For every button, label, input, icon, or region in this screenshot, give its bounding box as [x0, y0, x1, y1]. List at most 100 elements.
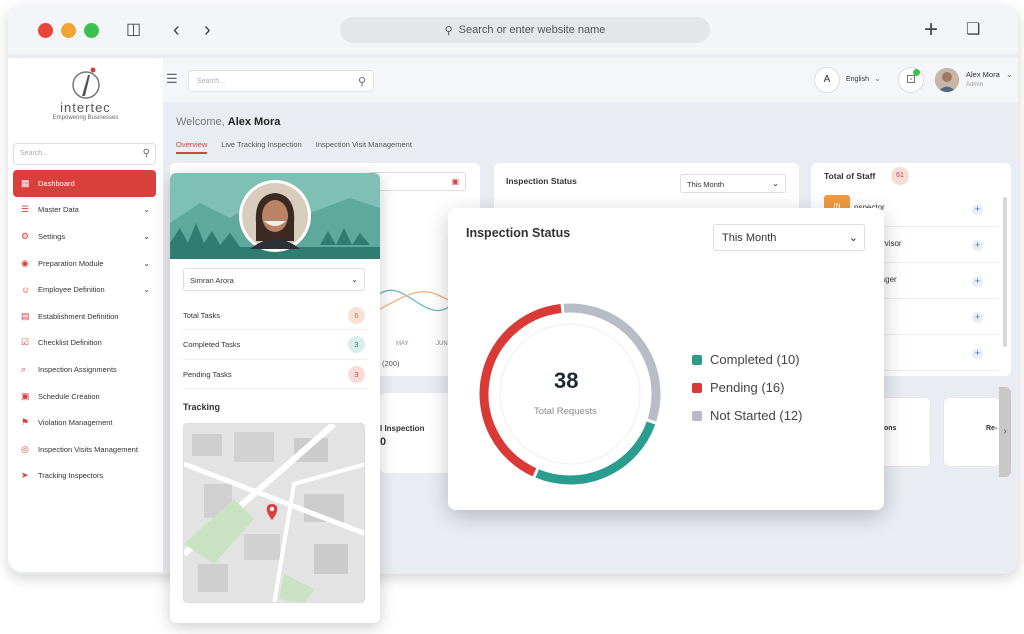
bottom-card-re[interactable]: Re- [943, 397, 1001, 467]
sidebar-item-inspection-assignments[interactable]: ⌕ Inspection Assignments [13, 356, 156, 383]
sidebar-search-placeholder: Search... [20, 150, 49, 157]
legend-swatch [692, 410, 702, 421]
chevron-down-icon[interactable]: ⌄ [874, 74, 881, 83]
forward-arrow-icon[interactable]: › [204, 17, 211, 43]
maximize-dot-icon[interactable] [84, 23, 99, 38]
month-label: JUN [436, 341, 448, 347]
tracking-map[interactable] [183, 423, 365, 603]
calendar-icon: ▣ [451, 177, 459, 186]
task-label: Total Tasks [183, 310, 220, 320]
sidebar-item-label: Establishment Definition [38, 311, 119, 321]
sidebar-item-label: Schedule Creation [38, 391, 100, 401]
inspector-photo-icon [242, 183, 308, 249]
add-icon[interactable]: + [972, 312, 983, 323]
scrollbar[interactable] [1003, 197, 1007, 347]
search-icon: ⚲ [444, 24, 453, 37]
add-icon[interactable]: + [972, 348, 983, 359]
close-dot-icon[interactable] [38, 23, 53, 38]
carousel-next-icon[interactable]: › [999, 387, 1011, 477]
intertec-logo-icon [71, 67, 100, 99]
welcome-name: Alex Mora [227, 116, 281, 128]
sidebar-item-label: Preparation Module [38, 258, 104, 268]
sidebar-item-employee-definition[interactable]: ☺ Employee Definition ⌄ [13, 276, 156, 303]
welcome-greeting: Welcome, [176, 116, 225, 128]
location-icon: ◎ [21, 443, 29, 454]
donut-slice-completed[interactable] [535, 421, 656, 485]
logo-tagline: Empowering Businesses [52, 115, 119, 121]
tab-bar: Overview Live Tracking Inspection Inspecti… [176, 140, 412, 154]
calendar-icon: ▣ [21, 390, 30, 401]
popup-filter-select[interactable]: This Month ⌄ [713, 224, 865, 251]
avatar[interactable] [935, 68, 959, 92]
chevron-down-icon: ⌄ [772, 179, 779, 188]
back-arrow-icon[interactable]: ‹ [173, 17, 180, 43]
legend-swatch [692, 382, 702, 393]
add-icon[interactable]: + [972, 204, 983, 215]
staff-count-badge: 61 [891, 167, 909, 185]
add-icon[interactable]: + [972, 276, 983, 287]
task-row: Completed Tasks 3 [183, 331, 367, 360]
bottom-card-value: 0 [380, 436, 387, 448]
url-bar[interactable]: ⚲ Search or enter website name [340, 17, 710, 43]
sidebar-item-establishment-definition[interactable]: ▤ Establishment Definition [13, 303, 156, 330]
sidebar-item-preparation-module[interactable]: ◉ Preparation Module ⌄ [13, 250, 156, 277]
sidebar-item-settings[interactable]: ⚙ Settings ⌄ [13, 223, 156, 250]
chevron-down-icon[interactable]: ⌄ [143, 285, 150, 294]
tabs-overview-icon[interactable]: ❏ [966, 17, 980, 43]
chevron-down-icon[interactable]: ⌄ [143, 232, 150, 241]
url-placeholder: Search or enter website name [458, 24, 606, 36]
sidebar-item-tracking-inspectors[interactable]: ➤ Tracking Inspectors [13, 463, 156, 490]
task-count-badge: 6 [348, 306, 365, 324]
legend-item[interactable]: Not Started (12) [692, 408, 803, 423]
tab-live-tracking-inspection[interactable]: Live Tracking Inspection [221, 140, 301, 154]
language-avatar[interactable]: A [814, 67, 840, 93]
legend-item[interactable]: Completed (10) [692, 352, 800, 367]
user-role: Admin [966, 82, 984, 88]
top-search-input[interactable]: Search... ⚲ [188, 70, 374, 92]
sidebar-item-master-data[interactable]: ☰ Master Data ⌄ [13, 197, 156, 224]
logo[interactable]: intertec Empowering Businesses [8, 66, 163, 121]
inspector-select[interactable]: Simran Arora ⌄ [183, 268, 365, 291]
user-name: Alex Mora [966, 70, 1000, 79]
popup-title: Inspection Status [466, 226, 571, 240]
page-title: Welcome, Alex Mora [176, 116, 280, 128]
new-tab-icon[interactable]: + [924, 17, 938, 43]
task-count-badge: 3 [348, 365, 365, 383]
legend-item[interactable]: Pending (16) [692, 380, 784, 395]
task-count-badge: 3 [348, 336, 365, 353]
inspection-status-popup: Inspection Status This Month ⌄ 38 Total … [448, 208, 884, 510]
sidebar-item-label: Inspection Visits Management [38, 444, 138, 454]
sidebar-search-input[interactable]: Search... ⚲ [13, 143, 156, 165]
inspection-filter-select[interactable]: This Month ⌄ [680, 174, 786, 193]
language-label[interactable]: English [846, 76, 869, 83]
donut-inner-ring [499, 323, 641, 465]
donut-slice-pending[interactable] [479, 303, 562, 477]
tab-overview[interactable]: Overview [176, 140, 208, 154]
logo-name: intertec [60, 100, 111, 115]
sidebar-item-schedule-creation[interactable]: ▣ Schedule Creation [13, 383, 156, 410]
legend-label: Pending (16) [710, 380, 785, 395]
sidebar-item-dashboard[interactable]: ▦ Dashboard [13, 170, 156, 197]
bell-icon[interactable]: ⚀ [898, 67, 924, 93]
chevron-down-icon[interactable]: ⌄ [143, 259, 150, 268]
chevron-down-icon[interactable]: ⌄ [143, 205, 150, 214]
search-icon: ⚲ [357, 76, 366, 88]
chevron-down-icon: ⌄ [351, 275, 358, 284]
search-icon: ⚲ [142, 148, 150, 159]
task-row: Total Tasks 6 [183, 301, 367, 330]
minimize-dot-icon[interactable] [61, 23, 76, 38]
add-icon[interactable]: + [972, 240, 983, 251]
sidebar-item-label: Dashboard [38, 178, 75, 188]
chevron-down-icon[interactable]: ⌄ [1006, 70, 1013, 79]
tab-inspection-visit-management[interactable]: Inspection Visit Management [316, 140, 412, 154]
sidebar-toggle-icon[interactable]: ◫ [126, 17, 141, 43]
sidebar-item-violation-management[interactable]: ⚑ Violation Management [13, 409, 156, 436]
sidebar-item-checklist-definition[interactable]: ☑ Checklist Definition [13, 330, 156, 357]
flag-icon: ⚑ [21, 417, 30, 428]
date-picker[interactable]: 4 ▣ [368, 172, 466, 191]
sidebar-item-inspection-visits-management[interactable]: ◎ Inspection Visits Management [13, 436, 156, 463]
legend-label: Completed (10) [710, 352, 800, 367]
hamburger-menu-icon[interactable]: ☰ [166, 71, 178, 87]
grid-icon: ▦ [21, 177, 30, 188]
legend-label: Not Started (12) [710, 408, 803, 423]
